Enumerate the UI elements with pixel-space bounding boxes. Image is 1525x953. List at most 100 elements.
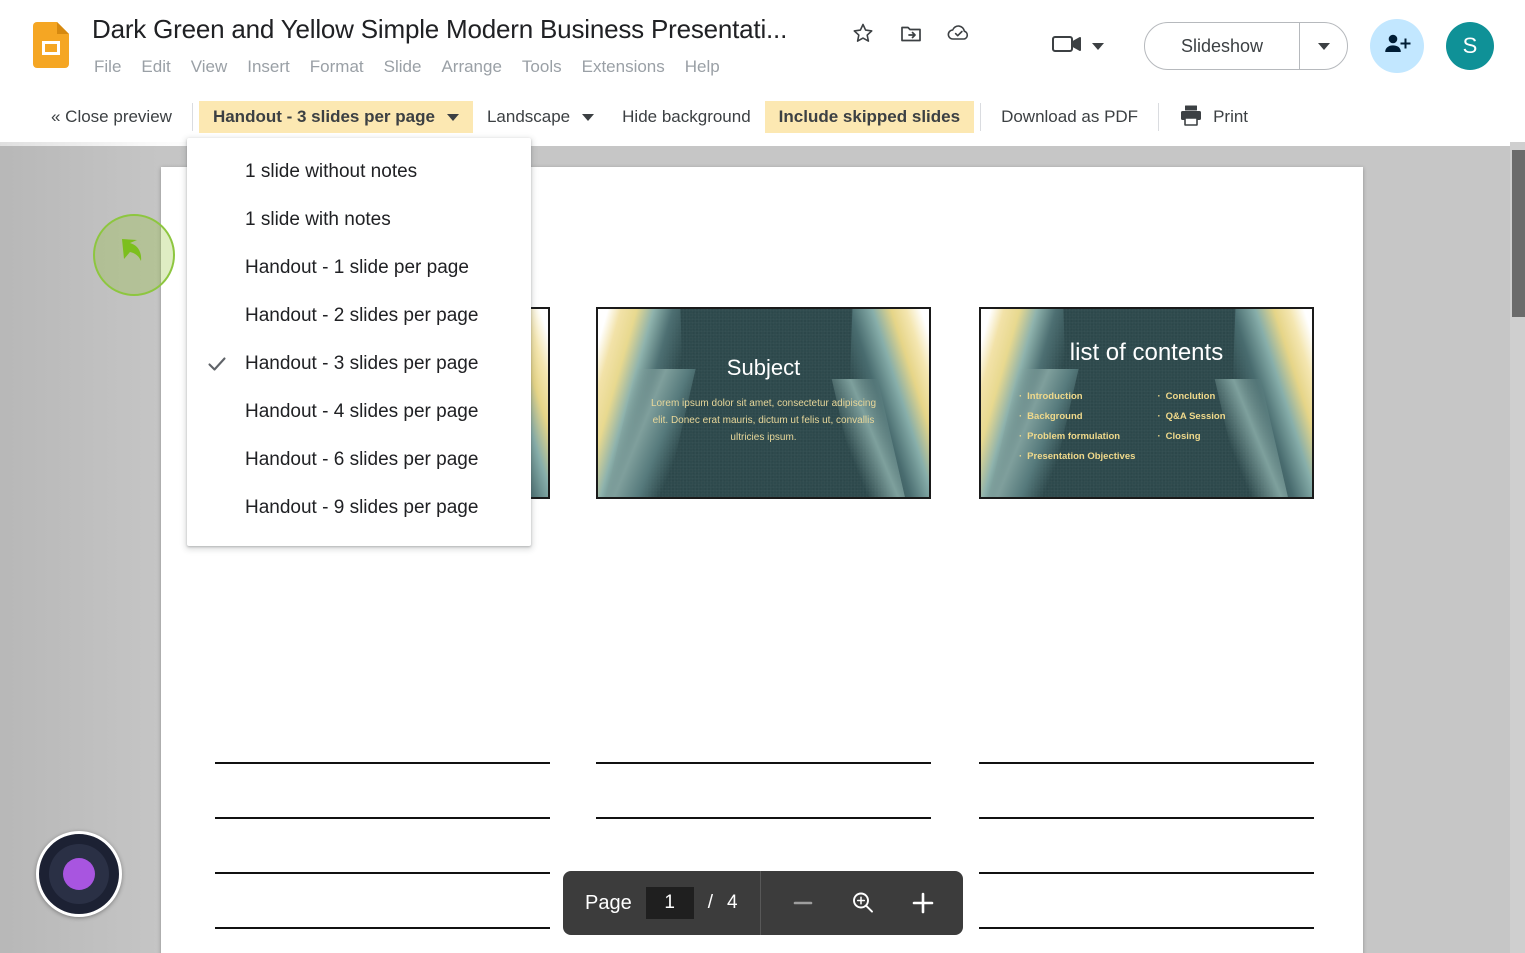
note-line (215, 872, 550, 874)
include-skipped-slides-button[interactable]: Include skipped slides (764, 101, 975, 133)
note-line (979, 817, 1314, 819)
menu-item-label: Handout - 1 slide per page (245, 257, 469, 278)
menu-item-handout-6-per-page[interactable]: Handout - 6 slides per page (187, 436, 531, 484)
page-label: Page (585, 891, 632, 914)
header-right-actions: Slideshow S (1051, 0, 1525, 92)
slides-logo-icon[interactable] (33, 22, 69, 68)
note-line (979, 762, 1314, 764)
chevron-down-icon (446, 113, 459, 121)
star-icon[interactable] (850, 20, 876, 46)
menu-insert[interactable]: Insert (237, 55, 300, 79)
menu-item-label: Handout - 2 slides per page (245, 305, 479, 326)
note-line (215, 817, 550, 819)
menu-view[interactable]: View (181, 55, 238, 79)
slide-body-2: Lorem ipsum dolor sit amet, consectetur … (650, 398, 877, 443)
menu-item-handout-1-per-page[interactable]: Handout - 1 slide per page (187, 244, 531, 292)
toc-label: Q&A Session (1165, 411, 1226, 422)
toc-label: Closing (1165, 431, 1201, 442)
slideshow-options-button[interactable] (1299, 23, 1347, 69)
slide-title-2: Subject (726, 355, 801, 380)
toc-column-left: · Introduction · Background · Problem formu… (1019, 387, 1158, 467)
download-pdf-button[interactable]: Download as PDF (987, 101, 1152, 133)
menu-item-1-slide-without-notes[interactable]: 1 slide without notes (187, 148, 531, 196)
vertical-scrollbar[interactable] (1510, 142, 1525, 953)
menu-tools[interactable]: Tools (512, 55, 572, 79)
menu-slide[interactable]: Slide (374, 55, 432, 79)
toc-label: Background (1027, 411, 1083, 422)
page-navigation-bar: Page / 4 (563, 871, 963, 935)
toolbar-divider (1158, 103, 1160, 131)
menu-edit[interactable]: Edit (131, 55, 180, 79)
record-dot-icon (63, 858, 95, 890)
printer-icon (1179, 104, 1203, 131)
slideshow-button-group: Slideshow (1143, 22, 1348, 70)
zoom-fit-button[interactable] (847, 887, 879, 919)
print-button[interactable]: Print (1165, 98, 1262, 137)
layout-dropdown-label: Handout - 3 slides per page (212, 107, 435, 126)
slide-title-3: list of contents (1069, 339, 1224, 366)
zoom-in-button[interactable] (907, 887, 939, 919)
note-line (596, 762, 931, 764)
menu-help[interactable]: Help (675, 55, 730, 79)
avatar-letter: S (1462, 33, 1478, 58)
screen-recorder-widget[interactable] (36, 831, 122, 917)
slideshow-button[interactable]: Slideshow (1145, 23, 1299, 69)
orientation-label: Landscape (486, 107, 571, 126)
document-title[interactable]: Dark Green and Yellow Simple Modern Busi… (92, 14, 787, 45)
menu-arrange[interactable]: Arrange (431, 55, 511, 79)
print-preview-toolbar: « Close preview Handout - 3 slides per p… (0, 92, 1525, 142)
page-total: 4 (727, 892, 738, 913)
cloud-saved-icon[interactable] (946, 20, 972, 46)
menu-item-handout-2-per-page[interactable]: Handout - 2 slides per page (187, 292, 531, 340)
slide-cell-3[interactable]: list of contents · Introduction · Backgrou… (979, 307, 1314, 499)
toc-item: · Problem formulation (1019, 427, 1158, 447)
title-action-icons (850, 20, 972, 46)
menu-item-handout-9-per-page[interactable]: Handout - 9 slides per page (187, 484, 531, 532)
orientation-dropdown-button[interactable]: Landscape (473, 101, 608, 133)
toc-columns: · Introduction · Background · Problem formu… (1019, 387, 1296, 467)
menu-item-1-slide-with-notes[interactable]: 1 slide with notes (187, 196, 531, 244)
toc-item: · Introduction (1019, 387, 1158, 407)
slide-cell-2[interactable]: Subject Lorem ipsum dolor sit amet, cons… (596, 307, 931, 499)
toolbar-divider (980, 103, 982, 131)
chevron-down-icon (582, 113, 595, 121)
note-line (215, 927, 550, 929)
scrollbar-thumb[interactable] (1512, 150, 1525, 317)
toolbar-divider (191, 103, 193, 131)
notes-column-1 (215, 762, 550, 953)
page-separator: / (707, 892, 713, 913)
layout-dropdown-button[interactable]: Handout - 3 slides per page (198, 101, 473, 133)
toc-column-right: · Conclution · Q&A Session · Closing (1158, 387, 1297, 467)
avatar[interactable]: S (1446, 22, 1494, 70)
menu-file[interactable]: File (94, 55, 131, 79)
menu-item-handout-4-per-page[interactable]: Handout - 4 slides per page (187, 388, 531, 436)
zoom-out-button[interactable] (787, 887, 819, 919)
app-header: Dark Green and Yellow Simple Modern Busi… (0, 0, 1525, 92)
menu-extensions[interactable]: Extensions (572, 55, 675, 79)
note-line (215, 762, 550, 764)
note-line (596, 817, 931, 819)
bullet-icon: · (1019, 391, 1023, 402)
menu-bar: File Edit View Insert Format Slide Arran… (94, 55, 730, 79)
bullet-icon: · (1019, 451, 1023, 462)
move-to-folder-icon[interactable] (898, 20, 924, 46)
print-label: Print (1213, 107, 1249, 126)
menu-format[interactable]: Format (300, 55, 374, 79)
slide-thumbnail-2[interactable]: Subject Lorem ipsum dolor sit amet, cons… (596, 307, 931, 499)
recorder-ring (49, 844, 109, 904)
close-preview-button[interactable]: « Close preview (37, 101, 186, 133)
bullet-icon: · (1157, 431, 1161, 442)
menu-item-handout-3-per-page[interactable]: Handout - 3 slides per page (187, 340, 531, 388)
share-button[interactable] (1370, 19, 1424, 73)
page-nav-left: Page / 4 (563, 887, 738, 919)
meet-button[interactable] (1051, 31, 1104, 62)
toc-label: Introduction (1027, 391, 1083, 402)
checkmark-icon (206, 353, 228, 375)
click-indicator (93, 214, 175, 296)
chevron-down-icon (1091, 42, 1104, 50)
menu-item-label: Handout - 4 slides per page (245, 401, 479, 422)
hide-background-button[interactable]: Hide background (608, 101, 765, 133)
page-number-input[interactable] (645, 887, 694, 919)
menu-item-label: 1 slide without notes (245, 161, 418, 182)
slide-thumbnail-3[interactable]: list of contents · Introduction · Backgrou… (979, 307, 1314, 499)
